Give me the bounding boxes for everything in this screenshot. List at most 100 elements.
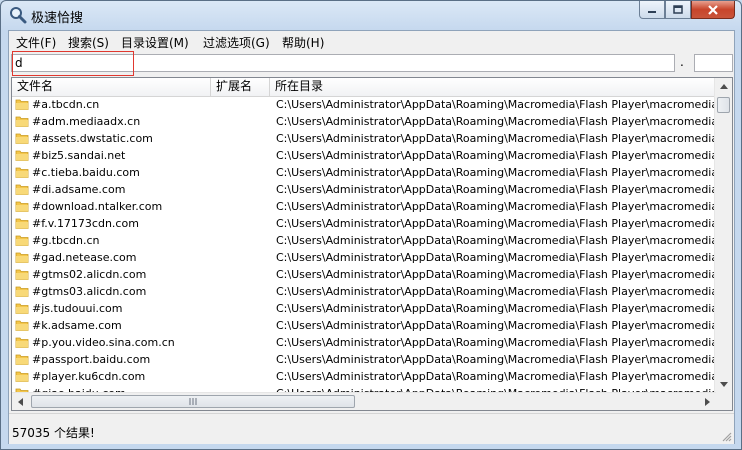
search-row: .	[9, 51, 734, 76]
close-button[interactable]	[691, 1, 735, 19]
directory-path: C:\Users\Administrator\AppData\Roaming\M…	[276, 268, 716, 281]
resize-grip-icon[interactable]	[722, 432, 732, 442]
folder-icon	[15, 337, 29, 348]
directory-path: C:\Users\Administrator\AppData\Roaming\M…	[276, 234, 716, 247]
result-count: 57035 个结果!	[12, 426, 95, 440]
file-name: #g.tbcdn.cn	[32, 234, 100, 247]
extension-input[interactable]	[694, 54, 733, 72]
table-row[interactable]: #a.tbcdn.cn C:\Users\Administrator\AppDat…	[12, 96, 716, 113]
scroll-right-button[interactable]	[699, 393, 716, 410]
list-header: 文件名 扩展名 所在目录	[12, 78, 716, 97]
table-row[interactable]: #player.ku6cdn.com C:\Users\Administrator…	[12, 368, 716, 385]
file-name: #f.v.17173cdn.com	[32, 217, 139, 230]
directory-path: C:\Users\Administrator\AppData\Roaming\M…	[276, 115, 716, 128]
directory-path: C:\Users\Administrator\AppData\Roaming\M…	[276, 200, 716, 213]
app-window: 极速恰搜 文件(F) 搜索(S) 目录设置(M) 过滤选项(G) 帮助(H) .	[0, 0, 742, 450]
directory-path: C:\Users\Administrator\AppData\Roaming\M…	[276, 353, 716, 366]
table-row[interactable]: #assets.dwstatic.com C:\Users\Administrat…	[12, 130, 716, 147]
menu-bar: 文件(F) 搜索(S) 目录设置(M) 过滤选项(G) 帮助(H)	[9, 31, 734, 51]
folder-icon	[15, 133, 29, 144]
directory-path: C:\Users\Administrator\AppData\Roaming\M…	[276, 217, 716, 230]
client-area: 文件(F) 搜索(S) 目录设置(M) 过滤选项(G) 帮助(H) . 文件名 …	[8, 30, 735, 444]
menu-search[interactable]: 搜索(S)	[68, 34, 109, 51]
column-header-directory[interactable]: 所在目录	[270, 78, 716, 96]
folder-icon	[15, 218, 29, 229]
folder-icon	[15, 184, 29, 195]
scrollbar-corner	[715, 393, 732, 410]
table-row[interactable]: #qiao.baidu.comC:\Users\Administrator\Ap…	[12, 385, 716, 392]
table-row[interactable]: #p.you.video.sina.com.cn C:\Users\Adminis…	[12, 334, 716, 351]
file-name: #player.ku6cdn.com	[32, 370, 146, 383]
folder-icon	[15, 269, 29, 280]
file-name: #js.tudouui.com	[32, 302, 123, 315]
folder-icon	[15, 167, 29, 178]
arrow-left-icon	[18, 397, 23, 406]
table-row[interactable]: #adm.mediaadx.cn C:\Users\Administrator\A…	[12, 113, 716, 130]
table-row[interactable]: #di.adsame.com C:\Users\Administrator\App…	[12, 181, 716, 198]
scroll-left-button[interactable]	[12, 393, 29, 410]
file-name: #biz5.sandai.net	[32, 149, 126, 162]
horizontal-scrollbar[interactable]	[12, 392, 716, 410]
scroll-up-button[interactable]	[715, 78, 732, 95]
table-row[interactable]: #f.v.17173cdn.com C:\Users\Administrator\…	[12, 215, 716, 232]
horizontal-scroll-thumb[interactable]	[31, 395, 355, 408]
table-row[interactable]: #download.ntalker.com C:\Users\Administra…	[12, 198, 716, 215]
folder-icon	[15, 354, 29, 365]
directory-path: C:\Users\Administrator\AppData\Roaming\M…	[276, 370, 716, 383]
menu-filter-options[interactable]: 过滤选项(G)	[203, 34, 270, 51]
column-header-name[interactable]: 文件名	[12, 78, 211, 96]
file-name: #download.ntalker.com	[32, 200, 163, 213]
folder-icon	[15, 99, 29, 110]
menu-file[interactable]: 文件(F)	[16, 34, 56, 51]
folder-icon	[15, 201, 29, 212]
vertical-scroll-thumb[interactable]	[717, 97, 730, 113]
folder-icon	[15, 235, 29, 246]
file-name: #passport.baidu.com	[32, 353, 151, 366]
vertical-scrollbar[interactable]	[714, 78, 732, 393]
table-row[interactable]: #gtms03.alicdn.com C:\Users\Administrator…	[12, 283, 716, 300]
table-row[interactable]: #k.adsame.com C:\Users\Administrator\AppD…	[12, 317, 716, 334]
folder-icon	[15, 303, 29, 314]
file-name: #gad.netease.com	[32, 251, 137, 264]
scroll-down-button[interactable]	[715, 376, 732, 393]
file-name: #c.tieba.baidu.com	[32, 166, 140, 179]
extension-separator: .	[680, 55, 684, 69]
folder-icon	[15, 150, 29, 161]
file-name: #gtms02.alicdn.com	[32, 268, 147, 281]
status-bar: 57035 个结果!	[9, 413, 734, 444]
file-name: #gtms03.alicdn.com	[32, 285, 147, 298]
close-icon	[708, 4, 718, 15]
magnifier-icon	[10, 7, 27, 24]
grip-icon	[189, 398, 196, 405]
results-list[interactable]: 文件名 扩展名 所在目录 #a.tbcdn.cn C:\Users\Adminis…	[11, 77, 733, 411]
folder-icon	[15, 116, 29, 127]
window-title: 极速恰搜	[31, 11, 84, 26]
table-row[interactable]: #passport.baidu.com C:\Users\Administrato…	[12, 351, 716, 368]
folder-icon	[15, 286, 29, 297]
search-input[interactable]	[11, 54, 675, 72]
table-row[interactable]: #c.tieba.baidu.com C:\Users\Administrator…	[12, 164, 716, 181]
menu-help[interactable]: 帮助(H)	[282, 34, 324, 51]
directory-path: C:\Users\Administrator\AppData\Roaming\M…	[276, 319, 716, 332]
title-bar[interactable]: 极速恰搜	[1, 1, 741, 29]
table-row[interactable]: #gtms02.alicdn.com C:\Users\Administrator…	[12, 266, 716, 283]
folder-icon	[15, 252, 29, 263]
table-row[interactable]: #biz5.sandai.net C:\Users\Administrator\A…	[12, 147, 716, 164]
directory-path: C:\Users\Administrator\AppData\Roaming\M…	[276, 251, 716, 264]
file-name: #adm.mediaadx.cn	[32, 115, 141, 128]
table-row[interactable]: #gad.netease.com C:\Users\Administrator\A…	[12, 249, 716, 266]
minimize-button[interactable]	[639, 1, 665, 19]
file-name: #di.adsame.com	[32, 183, 126, 196]
maximize-button[interactable]	[665, 1, 691, 19]
result-rows: #a.tbcdn.cn C:\Users\Administrator\AppDat…	[12, 96, 716, 392]
arrow-right-icon	[705, 397, 710, 406]
directory-path: C:\Users\Administrator\AppData\Roaming\M…	[276, 285, 716, 298]
directory-path: C:\Users\Administrator\AppData\Roaming\M…	[276, 149, 716, 162]
table-row[interactable]: #js.tudouui.com C:\Users\Administrator\Ap…	[12, 300, 716, 317]
menu-directory-settings[interactable]: 目录设置(M)	[121, 34, 189, 51]
table-row[interactable]: #g.tbcdn.cn C:\Users\Administrator\AppDat…	[12, 232, 716, 249]
file-name: #k.adsame.com	[32, 319, 122, 332]
file-name: #p.you.video.sina.com.cn	[32, 336, 175, 349]
column-header-extension[interactable]: 扩展名	[211, 78, 270, 96]
minimize-icon	[648, 10, 656, 13]
